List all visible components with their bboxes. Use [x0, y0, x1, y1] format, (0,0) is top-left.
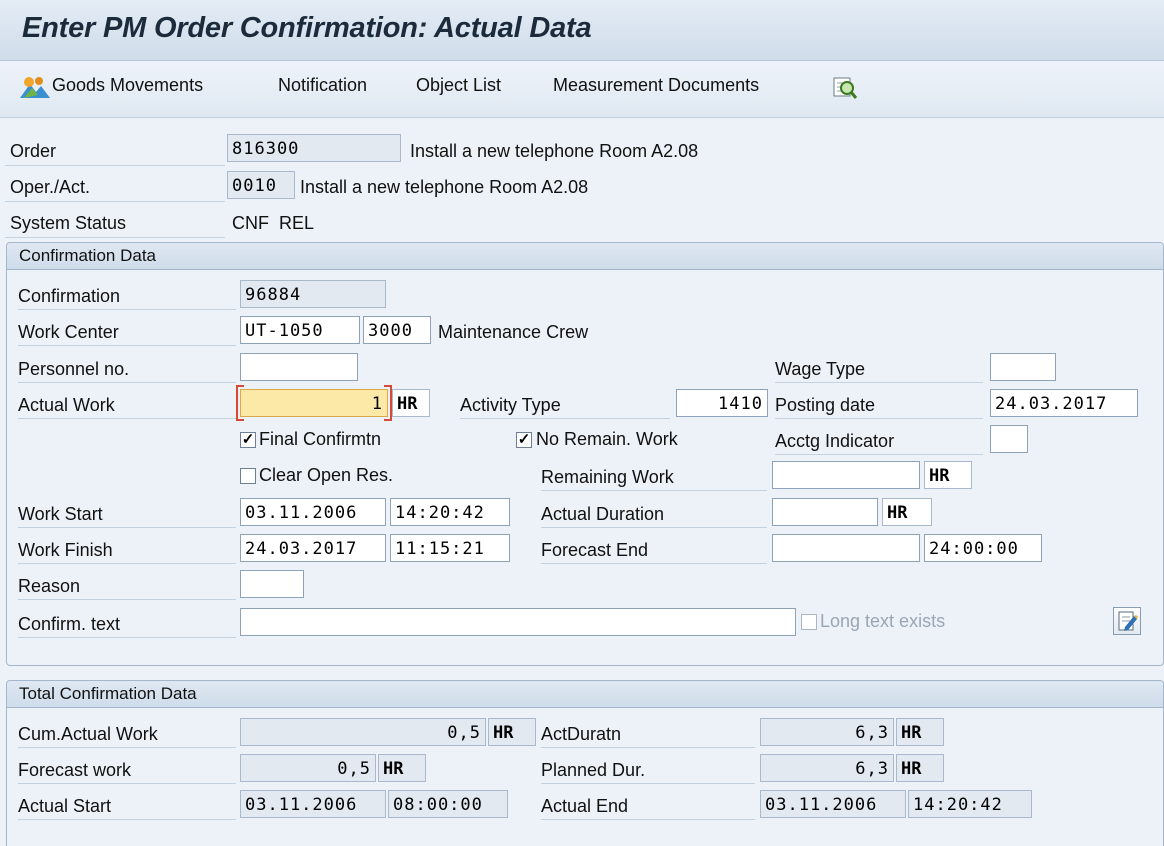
- work-start-label: Work Start: [18, 500, 236, 528]
- measurement-documents-button[interactable]: Measurement Documents: [553, 75, 759, 96]
- work-finish-label: Work Finish: [18, 536, 236, 564]
- label-underline: [5, 165, 225, 166]
- actual-work-field[interactable]: 1: [240, 389, 388, 417]
- actual-duration-unit[interactable]: HR: [882, 498, 932, 526]
- cum-actual-work-field[interactable]: 0,5: [240, 718, 486, 746]
- no-remaining-work-checkbox[interactable]: ✓: [516, 432, 532, 448]
- no-remaining-work-label: No Remain. Work: [536, 429, 678, 449]
- acctg-indicator-label: Acctg Indicator: [775, 427, 983, 455]
- remaining-work-field[interactable]: [772, 461, 920, 489]
- confirm-text-field[interactable]: [240, 608, 796, 636]
- operation-label: Oper./Act.: [10, 177, 91, 197]
- act-duration-unit[interactable]: HR: [896, 718, 944, 746]
- act-duration-field[interactable]: 6,3: [760, 718, 894, 746]
- order-description: Install a new telephone Room A2.08: [410, 141, 699, 161]
- final-confirmation-label: Final Confirmtn: [259, 429, 382, 449]
- actual-start-time-field[interactable]: 08:00:00: [388, 790, 508, 818]
- work-finish-time-field[interactable]: 11:15:21: [390, 534, 510, 562]
- notification-button[interactable]: Notification: [278, 75, 367, 96]
- work-finish-date-field[interactable]: 24.03.2017: [240, 534, 386, 562]
- activity-type-label: Activity Type: [460, 391, 670, 419]
- work-start-date-field[interactable]: 03.11.2006: [240, 498, 386, 526]
- posting-date-field[interactable]: 24.03.2017: [990, 389, 1138, 417]
- wage-type-field[interactable]: [990, 353, 1056, 381]
- group-title: Confirmation Data: [7, 243, 1163, 270]
- planned-dur-label: Planned Dur.: [541, 756, 755, 784]
- forecast-end-time-field[interactable]: 24:00:00: [924, 534, 1042, 562]
- remaining-work-unit[interactable]: HR: [924, 461, 972, 489]
- activity-type-field[interactable]: 1410: [676, 389, 768, 417]
- system-status-label: System Status: [10, 213, 127, 233]
- actual-end-time-field[interactable]: 14:20:42: [908, 790, 1032, 818]
- goods-movements-button[interactable]: Goods Movements: [52, 75, 203, 96]
- actual-duration-label: Actual Duration: [541, 500, 767, 528]
- clear-open-res-label: Clear Open Res.: [259, 465, 394, 485]
- planned-dur-unit[interactable]: HR: [896, 754, 944, 782]
- cum-actual-work-label: Cum.Actual Work: [18, 720, 236, 748]
- find-icon[interactable]: [832, 76, 858, 100]
- operation-field[interactable]: 0010: [227, 171, 295, 199]
- cum-actual-work-unit[interactable]: HR: [488, 718, 536, 746]
- planned-dur-field[interactable]: 6,3: [760, 754, 894, 782]
- label-underline: [5, 237, 225, 238]
- long-text-exists-label: Long text exists: [820, 611, 946, 631]
- forecast-work-label: Forecast work: [18, 756, 236, 784]
- object-list-button[interactable]: Object List: [416, 75, 501, 96]
- posting-date-label: Posting date: [775, 391, 983, 419]
- work-center-description: Maintenance Crew: [438, 322, 589, 342]
- actual-start-label: Actual Start: [18, 792, 236, 820]
- goods-movements-icon[interactable]: [20, 76, 50, 100]
- actual-end-date-field[interactable]: 03.11.2006: [760, 790, 906, 818]
- act-duration-label: ActDuratn: [541, 720, 755, 748]
- wage-type-label: Wage Type: [775, 355, 983, 383]
- long-text-exists-checkbox: [801, 614, 817, 630]
- edit-long-text-icon[interactable]: [1113, 607, 1141, 635]
- final-confirmation-checkbox[interactable]: ✓: [240, 432, 256, 448]
- remaining-work-label: Remaining Work: [541, 463, 767, 491]
- actual-work-label: Actual Work: [18, 391, 236, 419]
- actual-work-unit[interactable]: HR: [392, 389, 430, 417]
- window-title: Enter PM Order Confirmation: Actual Data: [22, 12, 592, 44]
- group-title: Total Confirmation Data: [7, 681, 1163, 708]
- confirmation-field[interactable]: 96884: [240, 280, 386, 308]
- acctg-indicator-field[interactable]: [990, 425, 1028, 453]
- work-center-label: Work Center: [18, 318, 236, 346]
- confirm-text-label: Confirm. text: [18, 610, 236, 638]
- actual-end-label: Actual End: [541, 792, 755, 820]
- confirmation-label: Confirmation: [18, 282, 236, 310]
- clear-open-res-checkbox[interactable]: [240, 468, 256, 484]
- work-start-time-field[interactable]: 14:20:42: [390, 498, 510, 526]
- personnel-field[interactable]: [240, 353, 358, 381]
- actual-duration-field[interactable]: [772, 498, 878, 526]
- forecast-end-date-field[interactable]: [772, 534, 920, 562]
- forecast-end-label: Forecast End: [541, 536, 767, 564]
- system-status-value: CNF REL: [232, 213, 315, 233]
- label-underline: [5, 201, 225, 202]
- reason-field[interactable]: [240, 570, 304, 598]
- personnel-label: Personnel no.: [18, 355, 236, 383]
- order-label: Order: [10, 141, 57, 161]
- forecast-work-unit[interactable]: HR: [378, 754, 426, 782]
- order-field[interactable]: 816300: [227, 134, 401, 162]
- plant-field[interactable]: 3000: [363, 316, 431, 344]
- work-center-field[interactable]: UT-1050: [240, 316, 360, 344]
- reason-label: Reason: [18, 572, 236, 600]
- actual-start-date-field[interactable]: 03.11.2006: [240, 790, 386, 818]
- operation-description: Install a new telephone Room A2.08: [300, 177, 589, 197]
- forecast-work-field[interactable]: 0,5: [240, 754, 376, 782]
